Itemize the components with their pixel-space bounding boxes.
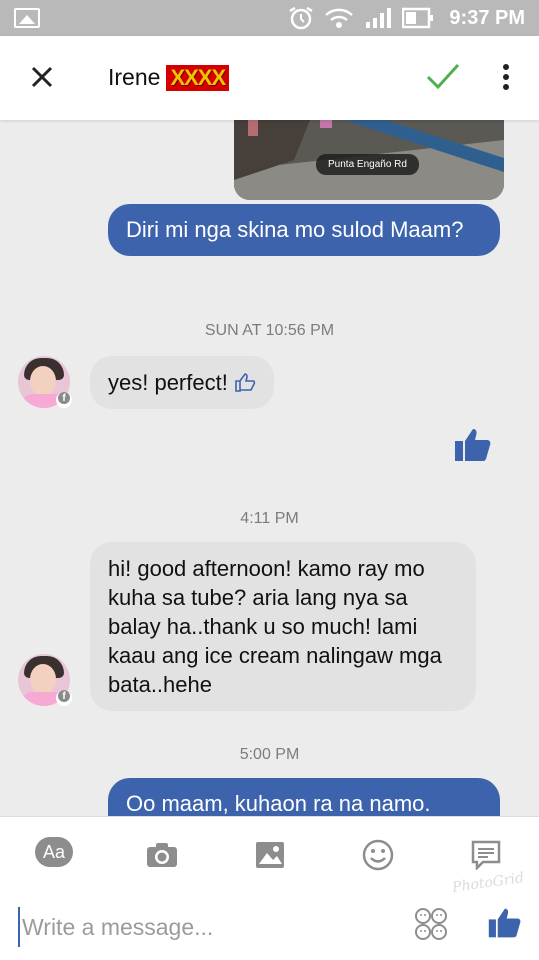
send-like-icon[interactable] (486, 906, 522, 940)
status-icons (288, 6, 434, 30)
messenger-badge-icon (56, 392, 72, 408)
contact-name: Irene (108, 64, 161, 90)
messenger-badge-icon (56, 690, 72, 706)
gallery-icon (256, 842, 284, 868)
camera-button[interactable] (142, 837, 182, 873)
conversation-header: Irene XXXX (0, 36, 539, 120)
text-format-button[interactable]: Aa (35, 837, 73, 867)
thumbs-up-emoji-icon (235, 373, 256, 392)
map-street-label: Punta Engaño Rd (316, 154, 419, 175)
battery-icon (402, 7, 433, 29)
message-input[interactable]: Write a message... (18, 907, 398, 947)
message-text: hi! good afternoon! kamo ray mo kuha sa … (108, 556, 442, 697)
timestamp: 4:11 PM (240, 510, 299, 527)
more-options-icon[interactable] (498, 64, 514, 94)
timestamp: SUN AT 10:56 PM (204, 322, 335, 339)
timestamp: 5:00 PM (239, 746, 300, 763)
status-bar: 9:37 PM (0, 0, 539, 36)
message-text: yes! perfect! (108, 370, 228, 395)
shared-map-image[interactable]: Punta Engaño Rd (234, 120, 504, 200)
check-icon[interactable] (425, 62, 461, 92)
message-text: Diri mi nga skina mo sulod Maam? (126, 217, 464, 242)
status-time: 9:37 PM (449, 7, 525, 29)
camera-icon (147, 843, 177, 867)
alarm-icon (289, 6, 313, 30)
wifi-icon (325, 8, 353, 28)
chat-heads-icon (471, 840, 501, 870)
close-icon[interactable] (26, 61, 58, 93)
message-incoming[interactable]: hi! good afternoon! kamo ray mo kuha sa … (90, 542, 476, 711)
message-text: Oo maam, kuhaon ra na namo. (126, 791, 431, 816)
like-thumbs-up-icon (455, 429, 491, 461)
signal-icon (366, 8, 391, 28)
message-outgoing[interactable]: Diri mi nga skina mo sulod Maam? (108, 204, 500, 256)
emoji-button[interactable] (358, 837, 398, 873)
chat-heads-button[interactable] (466, 837, 506, 873)
message-incoming[interactable]: yes! perfect! (90, 356, 274, 409)
message-outgoing[interactable]: Oo maam, kuhaon ra na namo. (108, 778, 500, 816)
stickers-icon[interactable] (414, 907, 448, 941)
message-list[interactable]: Punta Engaño Rd Diri mi nga skina mo sul… (0, 120, 539, 816)
contact-title[interactable]: Irene XXXX (108, 64, 230, 91)
gallery-button[interactable] (250, 837, 290, 873)
emoji-icon (362, 839, 394, 871)
redacted-surname: XXXX (166, 64, 230, 91)
gallery-notification-icon (14, 8, 40, 28)
